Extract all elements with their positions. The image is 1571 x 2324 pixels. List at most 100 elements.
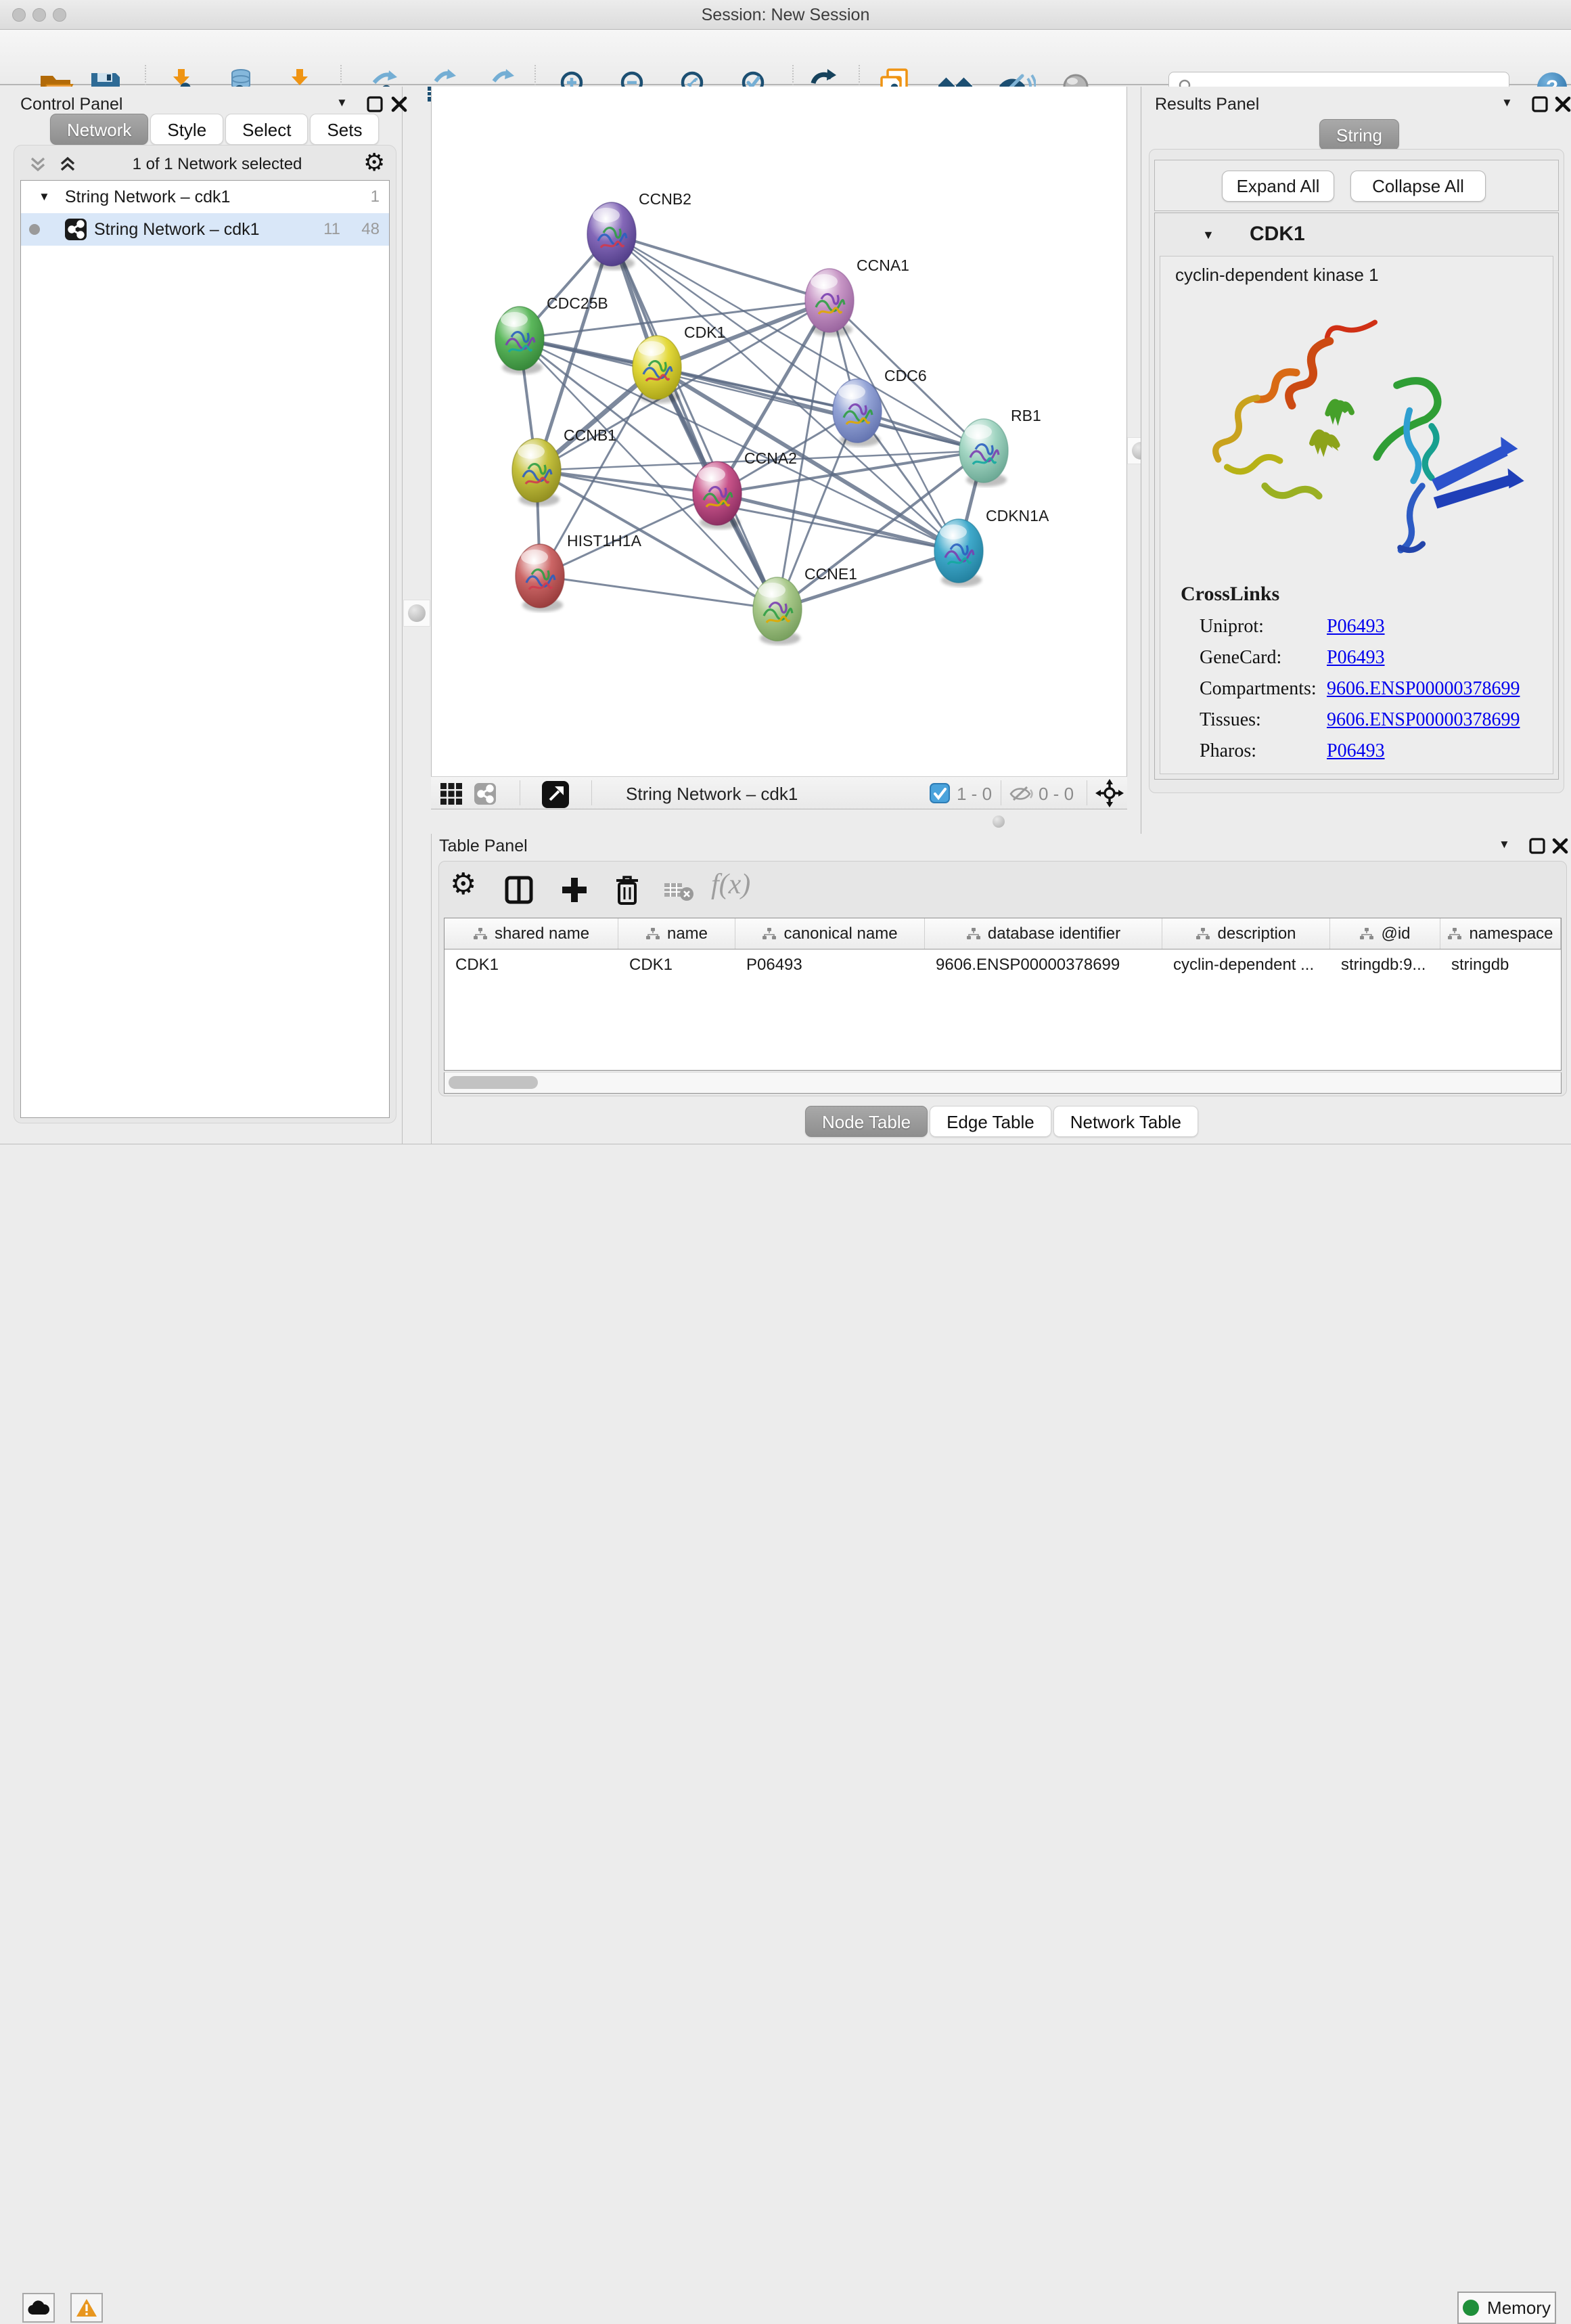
column-header-description[interactable]: description: [1162, 918, 1330, 949]
crosslink-link[interactable]: P06493: [1327, 616, 1385, 638]
show-columns-icon[interactable]: [504, 875, 534, 905]
delete-column-icon[interactable]: [614, 874, 641, 906]
gene-section-expander-icon[interactable]: ▼: [1202, 228, 1214, 242]
node-label-CCNE1: CCNE1: [804, 565, 857, 583]
table-hscrollbar[interactable]: [444, 1072, 1562, 1094]
tab-network[interactable]: Network: [50, 114, 148, 145]
edge-CCNB2-CCNA1[interactable]: [612, 234, 829, 300]
results-panel-float-icon[interactable]: [1531, 95, 1549, 113]
network-node-HIST1H1A[interactable]: HIST1H1A: [516, 532, 642, 612]
edge-CCNB1-CCNA2[interactable]: [537, 470, 717, 493]
control-panel-float-icon[interactable]: [366, 95, 384, 113]
column-label: database identifier: [988, 924, 1120, 943]
control-panel-close-icon[interactable]: [390, 95, 408, 113]
table-cell[interactable]: P06493: [735, 956, 925, 975]
selected-count: 1 - 0: [957, 784, 992, 805]
window-minimize-icon[interactable]: [32, 8, 46, 22]
edge-HIST1H1A-CCNE1[interactable]: [540, 576, 777, 609]
warning-button[interactable]: [70, 2293, 103, 2323]
network-view-icon[interactable]: [474, 782, 497, 805]
crosslink-link[interactable]: P06493: [1327, 740, 1385, 762]
crosslink-label: Tissues:: [1200, 709, 1327, 731]
tab-node-table[interactable]: Node Table: [805, 1106, 928, 1137]
column-header-canonical-name[interactable]: canonical name: [735, 918, 925, 949]
results-panel-close-icon[interactable]: [1554, 95, 1571, 113]
table-cell[interactable]: CDK1: [445, 956, 618, 975]
crosslink-label: Uniprot:: [1200, 616, 1327, 638]
network-node-RB1[interactable]: RB1: [959, 407, 1041, 487]
network-collection-row[interactable]: ▼ String Network – cdk1 1: [21, 181, 389, 213]
column-label: namespace: [1469, 924, 1553, 943]
memory-button[interactable]: Memory: [1457, 2292, 1556, 2324]
network-label: String Network – cdk1: [94, 220, 260, 240]
tab-network-table[interactable]: Network Table: [1053, 1106, 1198, 1137]
column-label: name: [667, 924, 708, 943]
network-node-CCNA1[interactable]: CCNA1: [805, 256, 909, 336]
network-node-CCNE1[interactable]: CCNE1: [753, 565, 857, 645]
network-options-gear-icon[interactable]: ⚙: [363, 148, 385, 177]
table-panel-float-icon[interactable]: [1528, 837, 1546, 855]
table-cell[interactable]: cyclin-dependent ...: [1162, 956, 1330, 975]
left-splitter-handle[interactable]: [403, 600, 430, 627]
crosslink-label: GeneCard:: [1200, 647, 1327, 669]
table-options-gear-icon[interactable]: ⚙: [450, 867, 476, 901]
selected-checkbox-icon[interactable]: [930, 783, 950, 803]
table-cell[interactable]: stringdb: [1440, 956, 1561, 975]
expand-all-icon[interactable]: [58, 156, 78, 174]
table-cell[interactable]: CDK1: [618, 956, 735, 975]
table-hscrollbar-thumb[interactable]: [449, 1076, 538, 1089]
column-header-namespace[interactable]: namespace: [1440, 918, 1561, 949]
network-tree: ▼ String Network – cdk1 1 String Network…: [20, 180, 390, 1118]
edge-CCNB2-CCNE1[interactable]: [612, 234, 777, 609]
tab-sets[interactable]: Sets: [310, 114, 379, 145]
tab-edge-table[interactable]: Edge Table: [930, 1106, 1051, 1137]
window-title: Session: New Session: [0, 0, 1571, 30]
node-label-HIST1H1A: HIST1H1A: [567, 532, 642, 550]
status-bar: Memory: [0, 1144, 1571, 1187]
pan-crosshair-icon[interactable]: [1095, 778, 1124, 808]
network-row-selected[interactable]: String Network – cdk1 11 48: [21, 213, 389, 246]
create-column-icon[interactable]: [560, 875, 589, 905]
expand-all-button[interactable]: Expand All: [1222, 171, 1334, 202]
birds-eye-view-icon[interactable]: [541, 780, 570, 809]
cloud-button[interactable]: [22, 2293, 55, 2323]
column-header-shared-name[interactable]: shared name: [445, 918, 618, 949]
network-node-CDC6[interactable]: CDC6: [833, 367, 927, 447]
network-canvas[interactable]: CCNB2CCNA1CDC25BCDK1CDC6RB1CCNB1CCNA2CDK…: [431, 87, 1127, 776]
network-node-CDKN1A[interactable]: CDKN1A: [934, 507, 1049, 587]
table-cell[interactable]: 9606.ENSP00000378699: [925, 956, 1162, 975]
collection-label: String Network – cdk1: [65, 187, 231, 207]
collapse-all-icon[interactable]: [28, 156, 48, 174]
network-graph[interactable]: CCNB2CCNA1CDC25BCDK1CDC6RB1CCNB1CCNA2CDK…: [432, 87, 1128, 776]
results-panel-menu-icon[interactable]: ▼: [1501, 96, 1513, 110]
column-header-@id[interactable]: @id: [1330, 918, 1440, 949]
tab-string[interactable]: String: [1319, 119, 1399, 150]
column-label: @id: [1381, 924, 1410, 943]
protein-structure-image: [1177, 297, 1542, 568]
edge-CDK1-RB1[interactable]: [657, 367, 984, 451]
cloud-icon: [27, 2300, 50, 2316]
table-cell[interactable]: stringdb:9...: [1330, 956, 1440, 975]
hidden-eye-icon: [1009, 785, 1034, 803]
gene-description: cyclin-dependent kinase 1: [1175, 265, 1379, 286]
tab-style[interactable]: Style: [150, 114, 223, 145]
table-panel-menu-icon[interactable]: ▼: [1499, 838, 1510, 851]
crosslink-link[interactable]: P06493: [1327, 647, 1385, 669]
window-zoom-icon[interactable]: [53, 8, 66, 22]
collapse-all-button[interactable]: Collapse All: [1350, 171, 1486, 202]
network-edges[interactable]: [520, 234, 984, 609]
crosslink-link[interactable]: 9606.ENSP00000378699: [1327, 678, 1520, 700]
window-close-icon[interactable]: [12, 8, 26, 22]
network-selection-summary: 1 of 1 Network selected: [89, 155, 346, 174]
column-header-database-identifier[interactable]: database identifier: [925, 918, 1162, 949]
table-row[interactable]: CDK1CDK1P064939606.ENSP00000378699cyclin…: [445, 949, 1561, 981]
tab-select[interactable]: Select: [225, 114, 308, 145]
table-panel-close-icon[interactable]: [1551, 837, 1569, 855]
network-node-CCNB2[interactable]: CCNB2: [587, 190, 691, 270]
horizontal-splitter-handle[interactable]: [993, 815, 1005, 828]
grid-view-icon[interactable]: [440, 782, 463, 805]
control-panel-menu-icon[interactable]: ▼: [336, 96, 348, 110]
tree-expander-icon[interactable]: ▼: [39, 190, 50, 204]
column-header-name[interactable]: name: [618, 918, 735, 949]
crosslink-link[interactable]: 9606.ENSP00000378699: [1327, 709, 1520, 731]
